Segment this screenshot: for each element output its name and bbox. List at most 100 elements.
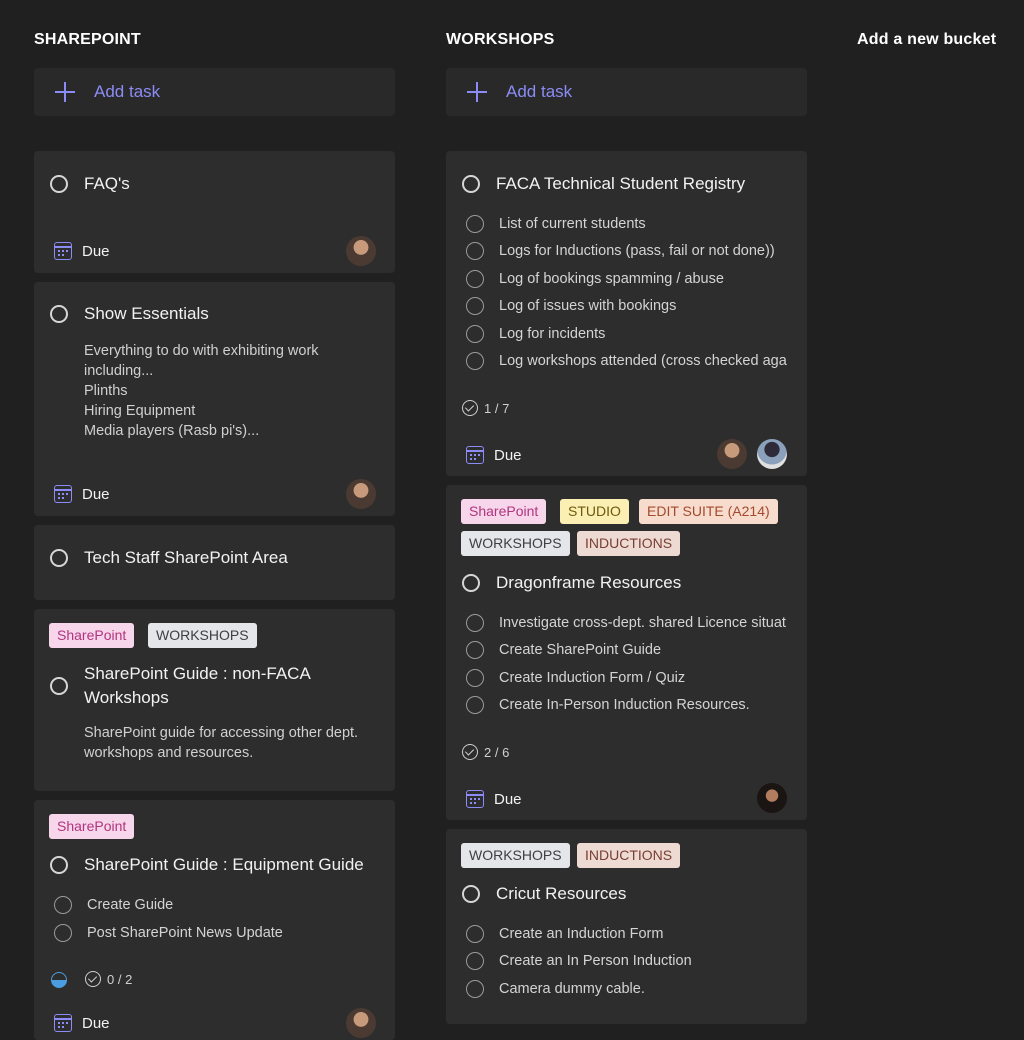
- label-tag: INDUCTIONS: [577, 843, 681, 868]
- label-tag: WORKSHOPS: [148, 623, 257, 648]
- subtask-label: Create an Induction Form: [499, 926, 664, 942]
- complete-task-checkbox[interactable]: [50, 305, 68, 323]
- task-card[interactable]: WORKSHOPS INDUCTIONS Cricut Resources Cr…: [446, 829, 807, 1024]
- subtask-checkbox[interactable]: [466, 925, 484, 943]
- task-title: Show Essentials: [84, 304, 209, 323]
- avatar[interactable]: [346, 1008, 376, 1038]
- task-title: Tech Staff SharePoint Area: [84, 548, 288, 567]
- task-card[interactable]: SharePoint WORKSHOPS SharePoint Guide : …: [34, 609, 395, 791]
- calendar-icon: [54, 485, 72, 503]
- task-description: SharePoint guide for accessing other dep…: [84, 725, 359, 761]
- calendar-icon: [54, 242, 72, 260]
- add-task-button[interactable]: Add task: [446, 68, 807, 116]
- subtask-label: Post SharePoint News Update: [87, 925, 283, 941]
- checklist-count: 0 / 2: [85, 971, 132, 987]
- subtask-checkbox[interactable]: [466, 952, 484, 970]
- plus-icon: [467, 82, 487, 102]
- subtask-checkbox[interactable]: [54, 924, 72, 942]
- calendar-icon: [466, 446, 484, 464]
- add-task-label: Add task: [506, 82, 573, 101]
- checklist-text: 1 / 7: [484, 400, 510, 416]
- label-tag: EDIT SUITE (A214): [639, 499, 778, 524]
- subtask-checkbox[interactable]: [466, 242, 484, 260]
- subtask-checkbox[interactable]: [466, 980, 484, 998]
- checklist-icon: [462, 744, 478, 760]
- subtask-label: Logs for Inductions (pass, fail or not d…: [499, 243, 775, 259]
- due-date[interactable]: Due: [82, 243, 110, 260]
- task-title: Cricut Resources: [496, 884, 627, 903]
- subtask-checkbox[interactable]: [466, 325, 484, 343]
- subtask-label: Create SharePoint Guide: [499, 642, 662, 658]
- subtask-label: List of current students: [499, 216, 646, 232]
- subtask-checkbox[interactable]: [54, 896, 72, 914]
- subtask-label: Log of bookings spamming / abuse: [499, 271, 724, 287]
- subtask-label: Log for incidents: [499, 326, 606, 342]
- in-progress-icon[interactable]: [51, 972, 67, 988]
- subtask-checkbox[interactable]: [466, 696, 484, 714]
- complete-task-checkbox[interactable]: [462, 574, 480, 592]
- due-date[interactable]: Due: [82, 486, 110, 503]
- complete-task-checkbox[interactable]: [50, 175, 68, 193]
- calendar-icon: [466, 790, 484, 808]
- label-tag: SharePoint: [461, 499, 547, 524]
- avatar[interactable]: [757, 783, 787, 813]
- task-card[interactable]: Tech Staff SharePoint Area: [34, 525, 395, 600]
- subtask-checkbox[interactable]: [466, 641, 484, 659]
- complete-task-checkbox[interactable]: [462, 885, 480, 903]
- complete-task-checkbox[interactable]: [50, 549, 68, 567]
- subtask-checkbox[interactable]: [466, 270, 484, 288]
- subtask-label: Create In-Person Induction Resources.: [499, 697, 750, 713]
- subtask-checkbox[interactable]: [466, 297, 484, 315]
- avatar[interactable]: [757, 439, 787, 469]
- task-card[interactable]: FAQ's Due: [34, 151, 395, 273]
- checklist-text: 0 / 2: [107, 971, 133, 987]
- plus-icon: [55, 82, 75, 102]
- subtask-checkbox[interactable]: [466, 614, 484, 632]
- due-date[interactable]: Due: [494, 791, 522, 808]
- label-tag: SharePoint: [49, 814, 135, 839]
- bucket-title-sharepoint[interactable]: SHAREPOINT: [34, 31, 141, 49]
- subtask-label: Create an In Person Induction: [499, 953, 692, 969]
- complete-task-checkbox[interactable]: [462, 175, 480, 193]
- label-tag: SharePoint: [49, 623, 135, 648]
- checklist-count: 2 / 6: [462, 744, 509, 760]
- subtask-label: Log workshops attended (cross checked ag…: [499, 353, 787, 369]
- task-title: SharePoint Guide : Equipment Guide: [84, 855, 364, 874]
- task-title: FACA Technical Student Registry: [496, 174, 746, 193]
- task-description: Everything to do with exhibiting work in…: [84, 343, 319, 439]
- avatar[interactable]: [717, 439, 747, 469]
- due-date[interactable]: Due: [494, 447, 522, 464]
- task-title: SharePoint Guide : non-FACA Workshops: [84, 664, 310, 707]
- subtask-label: Create Induction Form / Quiz: [499, 670, 686, 686]
- subtask-label: Camera dummy cable.: [499, 981, 645, 997]
- checklist-icon: [462, 400, 478, 416]
- checklist-icon: [85, 971, 101, 987]
- task-card[interactable]: SharePoint SharePoint Guide : Equipment …: [34, 800, 395, 1040]
- subtask-label: Log of issues with bookings: [499, 298, 677, 314]
- bucket-title-workshops[interactable]: WORKSHOPS: [446, 31, 554, 49]
- subtask-label: Investigate cross-dept. shared Licence s…: [499, 615, 786, 631]
- add-task-button[interactable]: Add task: [34, 68, 395, 116]
- add-task-label: Add task: [94, 82, 161, 101]
- label-tag: WORKSHOPS: [461, 531, 570, 556]
- avatar[interactable]: [346, 236, 376, 266]
- task-card[interactable]: SharePoint STUDIO EDIT SUITE (A214) WORK…: [446, 485, 807, 820]
- label-tag: INDUCTIONS: [577, 531, 681, 556]
- avatar[interactable]: [346, 479, 376, 509]
- complete-task-checkbox[interactable]: [50, 856, 68, 874]
- task-card[interactable]: FACA Technical Student Registry List of …: [446, 151, 807, 476]
- subtask-label: Create Guide: [87, 897, 174, 913]
- label-tag: STUDIO: [560, 499, 629, 524]
- calendar-icon: [54, 1014, 72, 1032]
- complete-task-checkbox[interactable]: [50, 677, 68, 695]
- subtask-checkbox[interactable]: [466, 669, 484, 687]
- task-title: Dragonframe Resources: [496, 573, 682, 592]
- checklist-count: 1 / 7: [462, 400, 509, 416]
- subtask-checkbox[interactable]: [466, 215, 484, 233]
- checklist-text: 2 / 6: [484, 744, 510, 760]
- task-card[interactable]: Show Essentials Everything to do with ex…: [34, 282, 395, 516]
- add-bucket-button[interactable]: Add a new bucket: [857, 31, 996, 49]
- task-title: FAQ's: [84, 174, 130, 193]
- subtask-checkbox[interactable]: [466, 352, 484, 370]
- label-tag: WORKSHOPS: [461, 843, 570, 868]
